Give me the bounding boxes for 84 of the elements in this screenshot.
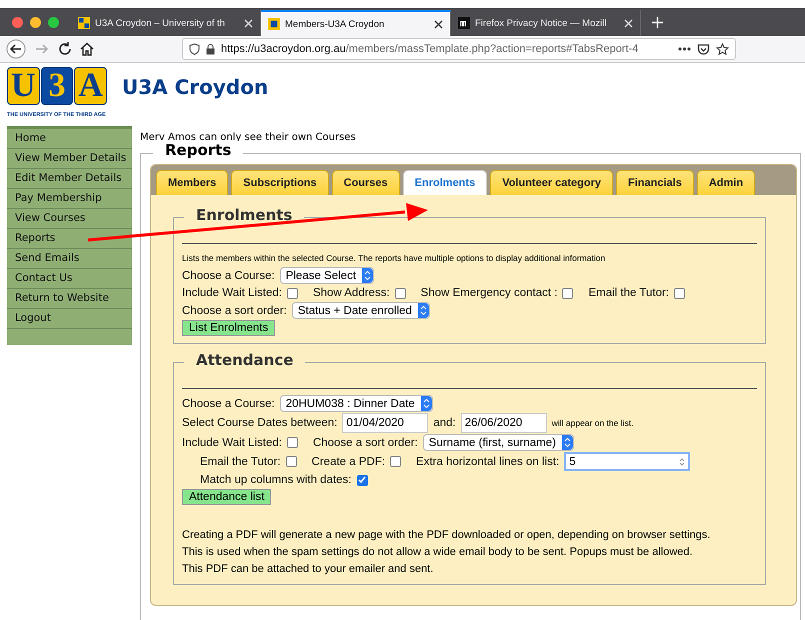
field-label: Choose a Course:	[182, 270, 275, 282]
logo-letter: U	[7, 67, 40, 105]
lock-icon	[206, 44, 215, 54]
field-label: Email the Tutor:	[588, 287, 669, 299]
sidebar-item[interactable]: Send Emails	[7, 249, 132, 269]
pocket-icon[interactable]	[697, 42, 710, 56]
report-tab[interactable]: Courses	[332, 170, 400, 195]
close-icon[interactable]	[434, 20, 443, 28]
checkbox[interactable]	[286, 456, 297, 467]
report-tab[interactable]: Members	[156, 170, 228, 195]
shield-icon	[189, 43, 200, 55]
new-tab-icon[interactable]	[651, 16, 664, 28]
select-dropdown[interactable]: Surname (first, surname)	[422, 434, 574, 451]
sidebar-item[interactable]: View Courses	[7, 209, 132, 229]
field-label: Email the Tutor:	[200, 456, 281, 468]
notice-text: Merv Amos can only see their own Courses	[140, 132, 357, 143]
updown-icon	[420, 305, 427, 316]
field-label: Choose a Course:	[182, 398, 275, 410]
report-tab[interactable]: Admin	[696, 170, 756, 195]
sidebar-item[interactable]: Return to Website	[7, 289, 132, 309]
reload-icon[interactable]	[58, 42, 72, 56]
select-dropdown[interactable]: Status + Date enrolled	[292, 302, 430, 319]
field-label: Extra horizontal lines on list:	[416, 456, 560, 468]
field-label: Match up columns with dates:	[200, 474, 352, 486]
sidebar-item[interactable]: Pay Membership	[7, 189, 132, 209]
info-text: This PDF can be attached to your emailer and sent.	[182, 563, 434, 575]
m-icon	[458, 17, 470, 29]
panel-title: Reports	[153, 141, 244, 159]
sidebar-item[interactable]: Home	[7, 129, 132, 149]
submit-button[interactable]: Attendance list	[182, 489, 272, 505]
logo-icon	[268, 18, 280, 30]
report-tab[interactable]: Subscriptions	[231, 170, 329, 195]
field-label: Show Address:	[312, 287, 390, 299]
date-field[interactable]: 26/06/2020	[460, 413, 547, 433]
report-tab[interactable]: Financials	[616, 170, 694, 195]
site-title: U3A Croydon	[122, 75, 268, 99]
field-label: Include Wait Listed:	[182, 436, 282, 448]
browser-tab[interactable]: Members-U3A Croydon	[261, 10, 451, 36]
spinner-icon[interactable]	[679, 456, 686, 466]
report-tab[interactable]: Volunteer category	[490, 170, 614, 195]
number-field[interactable]: 5	[564, 452, 690, 471]
more-icon[interactable]	[678, 47, 691, 51]
checkbox[interactable]	[286, 437, 298, 448]
home-icon[interactable]	[80, 42, 94, 56]
info-text: Creating a PDF will generate a new page with the PDF downloaded or open, depending on browser settings.	[182, 529, 710, 541]
field-label: Select Course Dates between:	[182, 417, 338, 429]
sidebar-item[interactable]: Contact Us	[7, 269, 132, 289]
updown-icon	[422, 398, 430, 409]
checkbox[interactable]	[356, 474, 368, 486]
back-icon[interactable]	[6, 39, 26, 59]
sidebar-item[interactable]: Edit Member Details	[7, 169, 132, 189]
checkbox[interactable]	[286, 288, 298, 298]
grid-icon	[78, 17, 90, 29]
logo-letter: A	[74, 67, 108, 105]
window-control[interactable]	[48, 16, 59, 28]
submit-button[interactable]: List Enrolments	[182, 320, 276, 336]
logo-letter: 3	[40, 67, 74, 105]
sidebar-item[interactable]: Logout	[7, 309, 132, 329]
field-label: Show Emergency contact :	[420, 287, 558, 299]
window-control[interactable]	[12, 16, 23, 28]
info-text: This is used when the spam settings do not allow a wide email body to be sent. Popups must be allowed.	[182, 546, 693, 558]
field-label: Choose a sort order:	[182, 304, 287, 316]
window-control[interactable]	[30, 16, 41, 28]
checkbox[interactable]	[390, 456, 402, 467]
report-tab[interactable]: Enrolments	[402, 170, 488, 195]
sidebar-item[interactable]: View Member Details	[7, 149, 132, 169]
updown-icon	[564, 437, 571, 448]
date-field[interactable]: 01/04/2020	[342, 413, 428, 433]
hint-text: Lists the members within the selected Course. The reports have multiple options to display additional information	[182, 253, 606, 263]
field-label: and:	[433, 417, 456, 429]
hint-text: will appear on the list.	[552, 418, 634, 428]
url-text: https://u3acroydon.org.au/members/massTemplate.php?action=reports#TabsReport-4	[221, 43, 640, 55]
select-dropdown[interactable]: 20HUM038 : Dinner Date	[280, 395, 433, 412]
field-label: Choose a sort order:	[312, 436, 418, 448]
select-dropdown[interactable]: Please Select	[280, 267, 374, 284]
sidebar-item[interactable]: Reports	[7, 229, 132, 249]
checkbox[interactable]	[562, 288, 574, 298]
checkbox[interactable]	[394, 288, 406, 298]
address-bar[interactable]: https://u3acroydon.org.au/members/massTemplate.php?action=reports#TabsReport-4	[182, 38, 736, 60]
updown-icon	[364, 270, 372, 281]
star-icon[interactable]	[716, 42, 729, 56]
field-label: Create a PDF:	[312, 456, 386, 468]
field-label: Include Wait Listed:	[182, 287, 282, 299]
checkbox[interactable]	[674, 288, 685, 298]
